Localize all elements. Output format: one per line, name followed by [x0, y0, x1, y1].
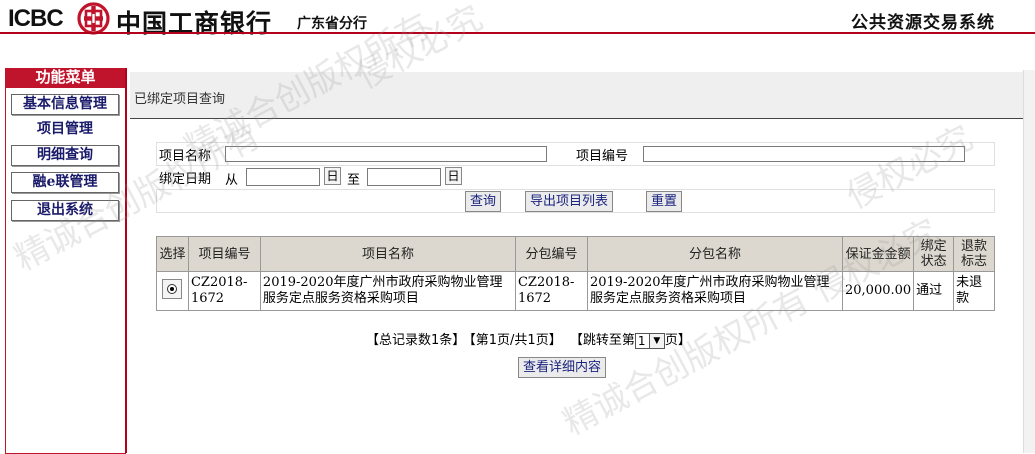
- cell-project-name: 2019-2020年度广州市政府采购物业管理服务定点服务资格采购项目: [259, 271, 516, 311]
- system-title: 公共资源交易系统: [851, 13, 995, 33]
- col-header-project-code: 项目编号: [187, 236, 261, 272]
- page-title: 已绑定项目查询: [134, 92, 226, 107]
- brand-en: ICBC: [8, 5, 64, 32]
- col-header-package-code: 分包编号: [514, 236, 588, 272]
- col-header-select: 选择: [156, 236, 189, 272]
- bound-projects-table: 选择 项目编号 项目名称 分包编号 分包名称 保证金金额 绑定状态 退款标志 C…: [156, 236, 995, 311]
- project-code-input[interactable]: [643, 146, 965, 162]
- page-banner: 已绑定项目查询: [130, 72, 1023, 119]
- date-from-input[interactable]: [246, 168, 320, 186]
- cell-refund-flag: 未退款: [953, 271, 995, 311]
- query-form: 项目名称 项目编号 绑定日期 从 日 至 日 查询 导出项目列表 重置: [156, 142, 995, 214]
- menu-item-project-management[interactable]: 项目管理: [11, 119, 119, 140]
- jump-suffix: 页】: [664, 333, 691, 348]
- jump-prefix: 【跳转至第: [569, 333, 635, 348]
- app-header: ICBC 中国工商银行 广东省分行 公共资源交易系统: [0, 0, 1035, 40]
- table-header-row: 选择 项目编号 项目名称 分包编号 分包名称 保证金金额 绑定状态 退款标志: [156, 236, 995, 272]
- chevron-down-icon: ▼: [648, 333, 664, 348]
- menu-item-basic-info[interactable]: 基本信息管理: [11, 94, 119, 115]
- project-code-label: 项目编号: [576, 149, 629, 164]
- col-header-project-name: 项目名称: [259, 236, 516, 272]
- menu-item-detail-query[interactable]: 明细查询: [11, 145, 119, 166]
- page-info: 【第1页/共1页】: [469, 333, 562, 348]
- table-row: CZ2018-1672 2019-2020年度广州市政府采购物业管理服务定点服务…: [156, 271, 995, 311]
- date-from-picker-button[interactable]: 日: [324, 167, 341, 185]
- function-menu: 功能菜单 基本信息管理 项目管理 明细查询 融e联管理 退出系统: [5, 68, 126, 454]
- brand-cn: 中国工商银行: [116, 9, 273, 38]
- col-header-deposit: 保证金金额: [841, 236, 915, 272]
- query-button[interactable]: 查询: [465, 191, 502, 212]
- view-details-button[interactable]: 查看详细内容: [518, 357, 607, 378]
- col-header-bind-status: 绑定状态: [913, 236, 955, 272]
- page-select[interactable]: 1 ▼: [634, 332, 665, 349]
- reset-button[interactable]: 重置: [646, 191, 683, 212]
- icbc-logo-icon: [77, 2, 110, 35]
- cell-package-code: CZ2018-1672: [514, 271, 588, 311]
- row-select-cell: [156, 271, 189, 311]
- col-header-refund-flag: 退款标志: [953, 236, 995, 272]
- scrollbar[interactable]: [1023, 70, 1035, 453]
- page-select-value: 1: [637, 333, 646, 348]
- cell-project-code: CZ2018-1672: [187, 271, 261, 311]
- pagination: 【总记录数1条】 【第1页/共1页】 【跳转至第 1 ▼ 页】: [366, 329, 691, 349]
- menu-item-logout[interactable]: 退出系统: [11, 200, 119, 221]
- project-name-input[interactable]: [225, 146, 547, 162]
- date-to-picker-button[interactable]: 日: [445, 167, 462, 185]
- row-select-radio[interactable]: [162, 278, 183, 299]
- col-header-package-name: 分包名称: [586, 236, 844, 272]
- date-from-label: 从: [225, 173, 239, 188]
- bind-date-label: 绑定日期: [159, 172, 212, 187]
- menu-item-rongelian[interactable]: 融e联管理: [11, 172, 119, 193]
- date-to-input[interactable]: [367, 168, 441, 186]
- project-name-label: 项目名称: [159, 149, 212, 164]
- radio-checked-icon: [167, 283, 178, 294]
- total-records: 【总记录数1条】: [366, 333, 466, 348]
- menu-title: 功能菜单: [6, 68, 125, 88]
- header-divider: [0, 32, 1035, 34]
- export-project-list-button[interactable]: 导出项目列表: [525, 191, 614, 212]
- cell-deposit: 20,000.00: [841, 271, 915, 311]
- branch-name: 广东省分行: [297, 16, 367, 32]
- date-to-label: 至: [347, 173, 361, 188]
- cell-package-name: 2019-2020年度广州市政府采购物业管理服务定点服务资格采购项目: [586, 271, 844, 311]
- cell-bind-status: 通过: [913, 271, 955, 311]
- content-left-border: [125, 68, 127, 453]
